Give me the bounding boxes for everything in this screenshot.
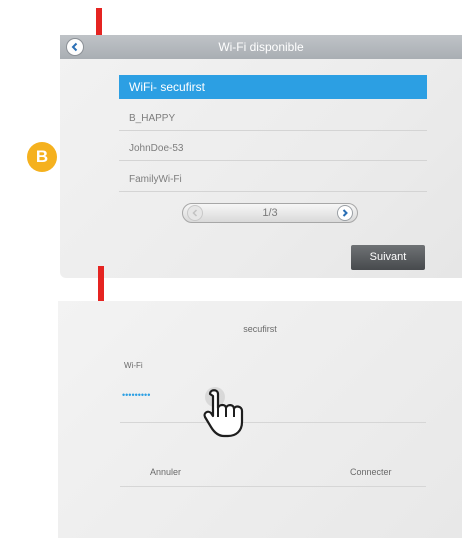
pagination-control: 1/3 xyxy=(182,203,358,223)
network-item[interactable]: FamilyWi-Fi xyxy=(119,168,427,192)
next-page-button[interactable] xyxy=(337,205,353,221)
step-badge: B xyxy=(27,142,57,172)
network-item-selected[interactable]: WiFi- secufirst xyxy=(119,75,427,99)
back-button[interactable] xyxy=(66,38,84,56)
wifi-label: Wi-Fi xyxy=(124,361,143,370)
cancel-button[interactable]: Annuler xyxy=(150,467,181,477)
network-item[interactable]: B_HAPPY xyxy=(119,107,427,131)
chevron-right-icon xyxy=(342,209,348,217)
page-indicator: 1/3 xyxy=(262,207,278,219)
network-name-title: secufirst xyxy=(243,324,277,334)
title-bar: Wi-Fi disponible xyxy=(60,35,462,59)
input-underline xyxy=(120,422,426,423)
wifi-password-screen: secufirst Wi-Fi ••••••••• Annuler Connec… xyxy=(58,301,462,538)
button-divider xyxy=(120,486,426,487)
back-chevron-icon xyxy=(71,42,78,52)
next-button[interactable]: Suivant xyxy=(351,245,425,270)
connect-button[interactable]: Connecter xyxy=(350,467,392,477)
pointer-hand-icon xyxy=(203,387,244,438)
network-item[interactable]: JohnDoe-53 xyxy=(119,137,427,161)
screen-title: Wi-Fi disponible xyxy=(218,40,304,54)
password-input[interactable]: ••••••••• xyxy=(122,387,422,403)
wifi-list-screen: Wi-Fi disponible WiFi- secufirst B_HAPPY… xyxy=(60,35,462,278)
